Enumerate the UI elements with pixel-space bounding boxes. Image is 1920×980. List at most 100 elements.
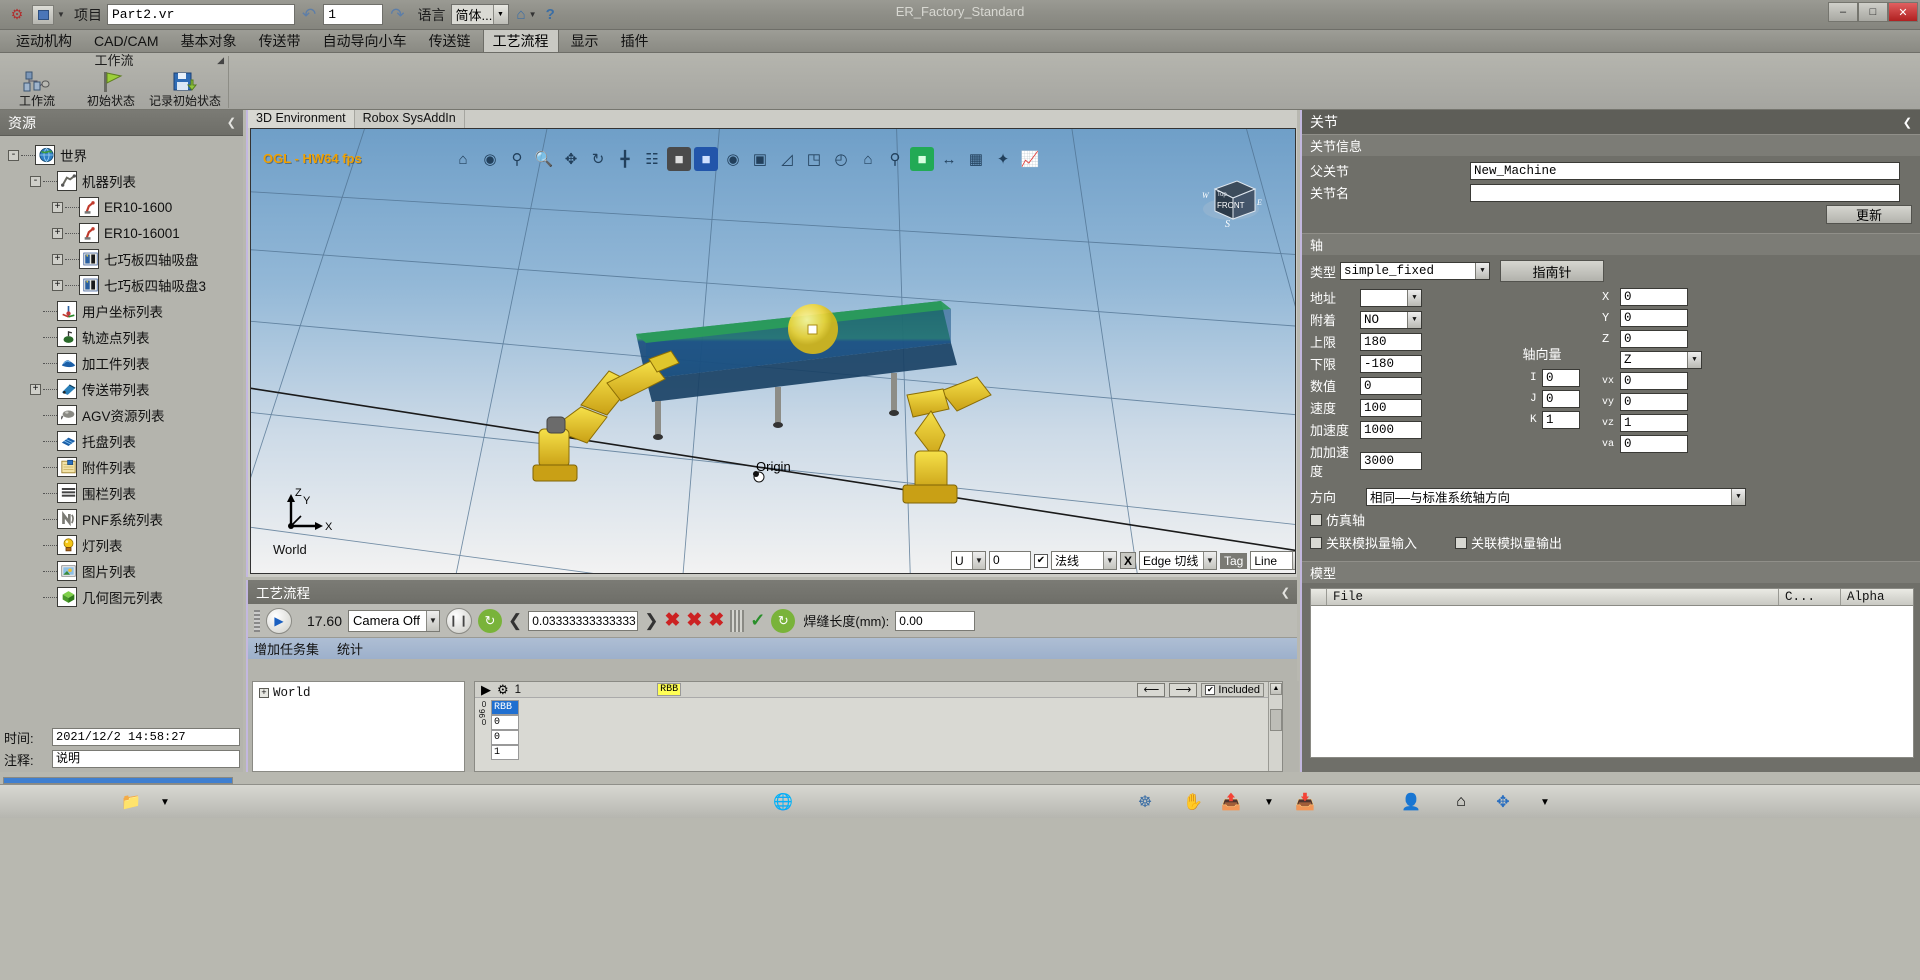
pos-x-input[interactable]: 0: [1620, 288, 1688, 306]
analog-in-checkbox[interactable]: [1310, 537, 1322, 549]
delete-icon[interactable]: ✖: [665, 609, 681, 632]
dock-user-icon[interactable]: 👤: [1398, 789, 1424, 815]
note-input[interactable]: 说明: [52, 750, 240, 768]
dock-hand-icon[interactable]: ✋: [1180, 789, 1206, 815]
graph-icon[interactable]: 📈: [1018, 147, 1042, 171]
expand-icon[interactable]: +: [52, 228, 63, 239]
task-play-icon[interactable]: ▶: [481, 682, 491, 698]
rotate-icon[interactable]: ↻: [586, 147, 610, 171]
tab-statistics[interactable]: 统计: [337, 639, 363, 658]
pause-button[interactable]: ❙❙: [446, 608, 472, 634]
snap-icon[interactable]: ■: [910, 147, 934, 171]
ribbon-button-record-initial-state[interactable]: 记录初始状态: [148, 69, 222, 108]
sim-axis-checkbox[interactable]: [1310, 514, 1322, 526]
normal-mode-select[interactable]: 法线 ▼: [1051, 551, 1117, 570]
fit-icon[interactable]: ╋: [613, 147, 637, 171]
minimize-button[interactable]: –: [1828, 2, 1858, 22]
tree-item[interactable]: PNF系统列表: [8, 506, 243, 532]
time-input[interactable]: 2021/12/2 14:58:27: [52, 728, 240, 746]
ribbon-button-initial-state[interactable]: 初始状态: [74, 69, 148, 108]
vy-input[interactable]: 0: [1620, 393, 1688, 411]
render-solid-icon[interactable]: ■: [667, 147, 691, 171]
project-name-input[interactable]: Part2.vr: [107, 4, 295, 25]
tree-item[interactable]: -机器列表: [8, 168, 243, 194]
collapse-icon[interactable]: -: [8, 150, 19, 161]
vx-input[interactable]: 0: [1620, 372, 1688, 390]
tab-robox-sysaddin[interactable]: Robox SysAddIn: [355, 110, 465, 128]
menu-item-cadcam[interactable]: CAD/CAM: [84, 31, 169, 51]
confirm-icon[interactable]: ✓: [750, 610, 765, 631]
jerk-input[interactable]: 3000: [1360, 452, 1422, 470]
tree-item[interactable]: +传送带列表: [8, 376, 243, 402]
measure-radius-icon[interactable]: ⌂: [856, 147, 880, 171]
menu-item-chain[interactable]: 传送链: [419, 29, 481, 53]
tree-item[interactable]: +ER10-1600: [8, 194, 243, 220]
distance-icon[interactable]: ↔: [937, 147, 961, 171]
tree-item[interactable]: AGV资源列表: [8, 402, 243, 428]
expand-icon[interactable]: +: [259, 688, 269, 698]
reset-view-icon[interactable]: ✦: [991, 147, 1015, 171]
measure-edge-icon[interactable]: ◿: [775, 147, 799, 171]
tree-item[interactable]: 附件列表: [8, 454, 243, 480]
j-input[interactable]: 0: [1542, 390, 1580, 408]
included-checkbox-group[interactable]: ✔ Included: [1201, 683, 1264, 697]
expand-icon[interactable]: +: [52, 254, 63, 265]
undo-count-input[interactable]: 1: [323, 4, 383, 25]
tree-item[interactable]: 图片列表: [8, 558, 243, 584]
camera-select[interactable]: Camera Off ▼: [348, 610, 440, 632]
axis-vector-select[interactable]: Z ▼: [1620, 351, 1702, 369]
section-icon[interactable]: ▣: [748, 147, 772, 171]
numeric-input[interactable]: 0: [1360, 377, 1422, 395]
dock-share-icon[interactable]: ☸: [1132, 789, 1158, 815]
delete-all-icon[interactable]: ✖: [686, 609, 702, 632]
move-right-button[interactable]: ⟶: [1169, 683, 1197, 697]
measure-angle-icon[interactable]: ◳: [802, 147, 826, 171]
move-left-button[interactable]: ⟵: [1137, 683, 1165, 697]
expand-icon[interactable]: +: [52, 202, 63, 213]
redo-icon[interactable]: ↷: [390, 5, 404, 25]
tree-item[interactable]: 灯列表: [8, 532, 243, 558]
weld-length-input[interactable]: 0.00: [895, 611, 975, 631]
camera-target-icon[interactable]: ◉: [478, 147, 502, 171]
viewport-3d-scene[interactable]: OGL - HW64 fps ⌂ ◉ ⚲ 🔍 ✥ ↻ ╋ ☷ ■ ■ ◉ ▣ ◿…: [251, 129, 1295, 573]
tree-item[interactable]: +七巧板四轴吸盘: [8, 246, 243, 272]
compass-button[interactable]: 指南针: [1500, 260, 1604, 282]
collapse-left-panel-icon[interactable]: ❮: [227, 116, 236, 129]
task-grid-scrollbar[interactable]: ▲: [1268, 682, 1282, 771]
task-cell-1[interactable]: 0: [491, 715, 519, 730]
i-input[interactable]: 0: [1542, 369, 1580, 387]
process-tree-root[interactable]: + World: [253, 682, 464, 700]
tree-item[interactable]: 加工件列表: [8, 350, 243, 376]
home-icon[interactable]: ⌂: [451, 147, 475, 171]
undo-icon[interactable]: ↶: [302, 5, 316, 25]
toolbar-grip[interactable]: [254, 610, 260, 632]
maximize-button[interactable]: □: [1858, 2, 1888, 22]
tree-item[interactable]: -世界: [8, 142, 243, 168]
count-input[interactable]: 0: [989, 551, 1031, 570]
zoom-icon[interactable]: 🔍: [532, 147, 556, 171]
speed-input[interactable]: 100: [1360, 399, 1422, 417]
language-select[interactable]: 简体... ▼: [451, 4, 509, 25]
tree-item[interactable]: +ER10-16001: [8, 220, 243, 246]
step-forward-icon[interactable]: ❯: [644, 611, 658, 631]
task-grid[interactable]: ▶ ⚙ 1 RBB ⟵ ⟶ ✔ Included 0: [474, 681, 1283, 772]
tree-item[interactable]: 几何图元列表: [8, 584, 243, 610]
home-chevron-down-icon[interactable]: ▼: [526, 10, 540, 19]
home-icon[interactable]: ⌂: [517, 6, 526, 23]
tree-item[interactable]: 围栏列表: [8, 480, 243, 506]
menu-item-conveyor[interactable]: 传送带: [249, 29, 311, 53]
file-column-color[interactable]: C...: [1779, 589, 1841, 605]
collapse-right-panel-icon[interactable]: ❮: [1903, 116, 1912, 129]
dock-chevron-down-icon[interactable]: ▼: [152, 789, 178, 815]
dock-folder-icon[interactable]: 📁: [118, 789, 144, 815]
axis-type-select[interactable]: simple_fixed ▼: [1340, 262, 1490, 280]
tab-3d-environment[interactable]: 3D Environment: [248, 110, 355, 128]
color-fill-icon[interactable]: ⚲: [883, 147, 907, 171]
tree-item[interactable]: 用户坐标列表: [8, 298, 243, 324]
dock-export-icon[interactable]: 📤: [1218, 789, 1244, 815]
help-icon[interactable]: ?: [546, 6, 555, 23]
file-column-file[interactable]: File: [1327, 589, 1779, 605]
ribbon-button-workflow[interactable]: 工作流: [0, 69, 74, 108]
delete-selected-icon[interactable]: ✖: [708, 609, 724, 632]
tag-type-select[interactable]: Line ▼: [1250, 551, 1296, 570]
